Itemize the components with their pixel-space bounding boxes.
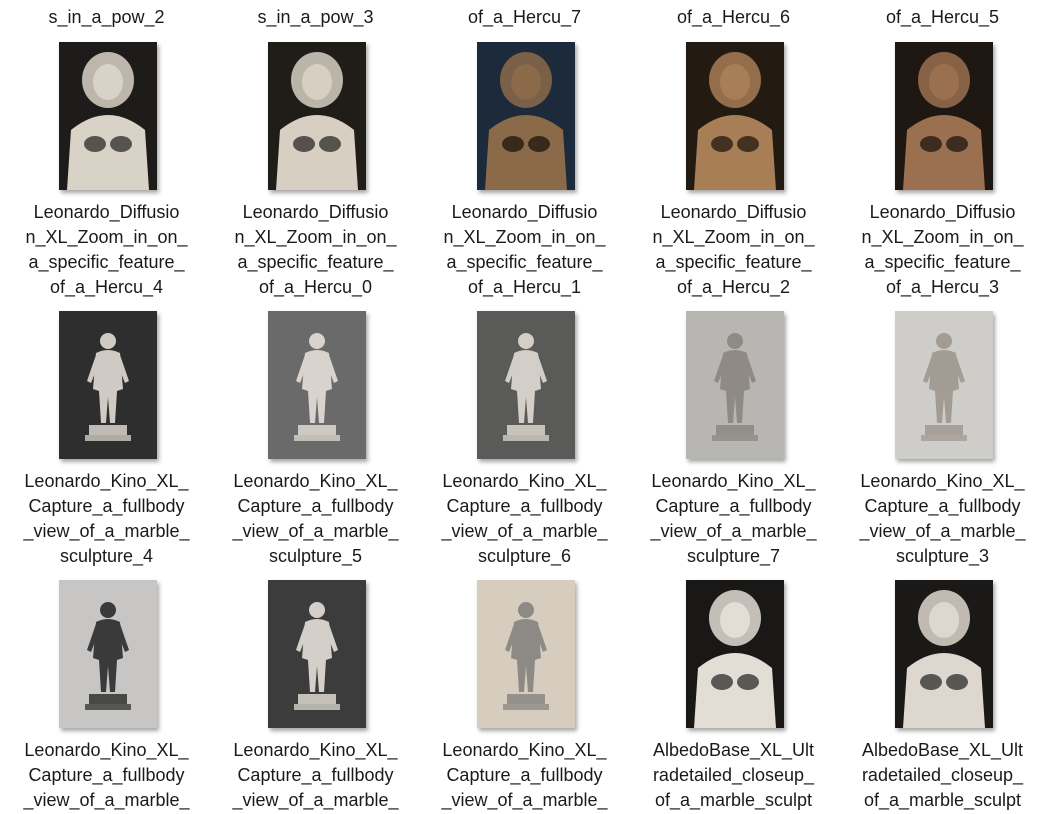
file-thumbnail[interactable] bbox=[477, 311, 575, 459]
file-thumbnail[interactable] bbox=[895, 580, 993, 728]
file-thumbnail[interactable] bbox=[895, 311, 993, 459]
thumbnail-image bbox=[895, 42, 993, 190]
thumbnail-image bbox=[686, 311, 784, 459]
thumbnail-image bbox=[895, 311, 993, 459]
thumbnail-image bbox=[268, 580, 366, 728]
file-thumbnail[interactable] bbox=[59, 580, 157, 728]
file-thumbnail[interactable] bbox=[268, 580, 366, 728]
file-thumbnail[interactable] bbox=[59, 311, 157, 459]
thumbnail-image bbox=[686, 580, 784, 728]
file-thumbnail[interactable] bbox=[686, 42, 784, 190]
file-name: of_a_Hercu_6 bbox=[676, 7, 791, 27]
thumbnail-image bbox=[59, 580, 157, 728]
thumbnail-image bbox=[59, 311, 157, 459]
file-thumbnail[interactable] bbox=[477, 42, 575, 190]
file-name: Leonardo_Kino_XL_ Capture_a_fullbody _vi… bbox=[23, 740, 190, 810]
file-name: AlbedoBase_XL_Ult radetailed_closeup_ of… bbox=[652, 740, 815, 810]
thumbnail-image bbox=[268, 311, 366, 459]
file-name: s_in_a_pow_3 bbox=[257, 7, 374, 27]
file-thumbnail[interactable] bbox=[268, 311, 366, 459]
file-name: Leonardo_Kino_XL_ Capture_a_fullbody _vi… bbox=[441, 740, 608, 810]
file-name: Leonardo_Kino_XL_ Capture_a_fullbody _vi… bbox=[232, 471, 399, 566]
file-thumbnail[interactable] bbox=[268, 42, 366, 190]
file-name: Leonardo_Diffusio n_XL_Zoom_in_on_ a_spe… bbox=[443, 202, 606, 297]
file-grid: s_in_a_pow_2 s_in_a_pow_3 of_a_Hercu_7 o… bbox=[0, 0, 1050, 814]
file-name: Leonardo_Diffusio n_XL_Zoom_in_on_ a_spe… bbox=[234, 202, 397, 297]
file-name: Leonardo_Kino_XL_ Capture_a_fullbody _vi… bbox=[859, 471, 1026, 566]
file-name: s_in_a_pow_2 bbox=[48, 7, 165, 27]
thumbnail-image bbox=[268, 42, 366, 190]
file-name: Leonardo_Kino_XL_ Capture_a_fullbody _vi… bbox=[232, 740, 399, 810]
file-name: Leonardo_Kino_XL_ Capture_a_fullbody _vi… bbox=[23, 471, 190, 566]
file-name: of_a_Hercu_7 bbox=[467, 7, 582, 27]
thumbnail-image bbox=[59, 42, 157, 190]
thumbnail-image bbox=[477, 311, 575, 459]
file-name: Leonardo_Diffusio n_XL_Zoom_in_on_ a_spe… bbox=[861, 202, 1024, 297]
thumbnail-image bbox=[895, 580, 993, 728]
file-name: Leonardo_Diffusio n_XL_Zoom_in_on_ a_spe… bbox=[25, 202, 188, 297]
file-name: AlbedoBase_XL_Ult radetailed_closeup_ of… bbox=[861, 740, 1024, 810]
file-thumbnail[interactable] bbox=[686, 580, 784, 728]
file-thumbnail[interactable] bbox=[686, 311, 784, 459]
file-name: Leonardo_Diffusio n_XL_Zoom_in_on_ a_spe… bbox=[652, 202, 815, 297]
file-thumbnail[interactable] bbox=[895, 42, 993, 190]
file-name: of_a_Hercu_5 bbox=[885, 7, 1000, 27]
thumbnail-image bbox=[686, 42, 784, 190]
thumbnail-image bbox=[477, 42, 575, 190]
file-thumbnail[interactable] bbox=[59, 42, 157, 190]
file-name: Leonardo_Kino_XL_ Capture_a_fullbody _vi… bbox=[650, 471, 817, 566]
thumbnail-image bbox=[477, 580, 575, 728]
file-thumbnail[interactable] bbox=[477, 580, 575, 728]
file-name: Leonardo_Kino_XL_ Capture_a_fullbody _vi… bbox=[441, 471, 608, 566]
